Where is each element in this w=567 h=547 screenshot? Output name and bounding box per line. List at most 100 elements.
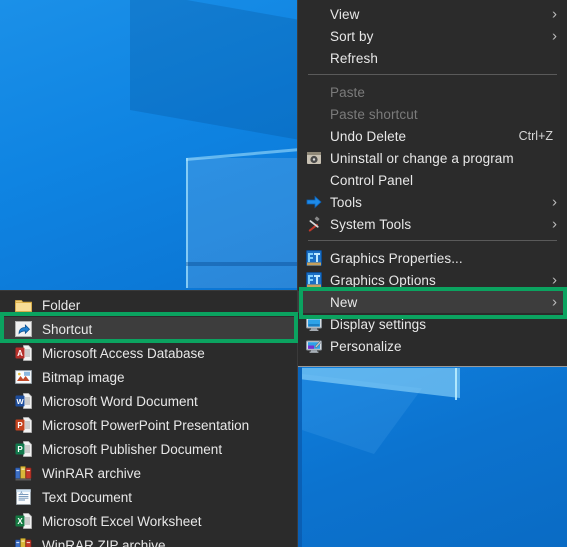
context-menu-item-control-panel[interactable]: Control Panel	[298, 169, 567, 191]
new-submenu-item-label: Microsoft Excel Worksheet	[42, 513, 202, 529]
context-menu-item-tools[interactable]: Tools ›	[298, 191, 567, 213]
svg-text:P: P	[17, 445, 23, 454]
context-menu-item-refresh[interactable]: Refresh	[298, 47, 567, 69]
new-submenu-item-microsoft-publisher-document[interactable]: P Microsoft Publisher Document	[0, 437, 297, 461]
monitor-icon	[304, 316, 324, 332]
svg-text:A: A	[17, 349, 23, 358]
menu-item-label: Graphics Properties...	[330, 250, 463, 266]
shortcut-icon	[14, 320, 32, 338]
context-menu-item-uninstall-or-change-a-program[interactable]: Uninstall or change a program	[298, 147, 567, 169]
no-icon	[304, 294, 324, 310]
powerpoint-icon: P	[14, 416, 32, 434]
menu-item-label: Sort by	[330, 28, 374, 44]
context-menu-item-system-tools[interactable]: System Tools ›	[298, 213, 567, 235]
new-submenu-item-bitmap-image[interactable]: Bitmap image	[0, 365, 297, 389]
context-menu-item-graphics-options[interactable]: Graphics Options ›	[298, 269, 567, 291]
chevron-right-icon: ›	[552, 293, 557, 311]
wallpaper-pane-edge	[186, 158, 188, 288]
menu-item-label: Paste	[330, 84, 366, 100]
new-submenu-item-microsoft-powerpoint-presentation[interactable]: P Microsoft PowerPoint Presentation	[0, 413, 297, 437]
chevron-right-icon: ›	[552, 27, 557, 45]
context-menu-item-graphics-properties[interactable]: Graphics Properties...	[298, 247, 567, 269]
menu-item-label: System Tools	[330, 216, 412, 232]
context-menu-item-paste-shortcut: Paste shortcut	[298, 103, 567, 125]
new-submenu-item-label: Text Document	[42, 489, 133, 505]
intel-graphics-icon	[304, 250, 324, 266]
menu-item-label: Refresh	[330, 50, 378, 66]
new-submenu-item-winrar-zip-archive[interactable]: WinRAR ZIP archive	[0, 533, 297, 547]
bitmap-icon	[14, 368, 32, 386]
no-icon	[304, 6, 324, 22]
new-submenu-item-microsoft-excel-worksheet[interactable]: X Microsoft Excel Worksheet	[0, 509, 297, 533]
menu-item-label: Control Panel	[330, 172, 414, 188]
no-icon	[304, 128, 324, 144]
menu-item-label: Paste shortcut	[330, 106, 418, 122]
blue-arrow-icon	[304, 194, 324, 210]
new-submenu-item-label: Microsoft PowerPoint Presentation	[42, 417, 250, 433]
svg-text:X: X	[17, 517, 23, 526]
context-menu-item-undo-delete[interactable]: Undo Delete Ctrl+Z	[298, 125, 567, 147]
screen: View › Sort by › Refresh Paste Paste shortcut U…	[0, 0, 567, 547]
menu-separator	[308, 240, 557, 241]
no-icon	[304, 28, 324, 44]
context-menu-item-display-settings[interactable]: Display settings	[298, 313, 567, 335]
chevron-right-icon: ›	[552, 193, 557, 211]
hammer-tools-icon	[304, 216, 324, 232]
new-submenu-item-label: Microsoft Publisher Document	[42, 441, 223, 457]
chevron-right-icon: ›	[552, 271, 557, 289]
menu-item-label: New	[330, 294, 358, 310]
menu-item-label: Graphics Options	[330, 272, 436, 288]
no-icon	[304, 172, 324, 188]
new-submenu-item-label: Folder	[42, 297, 81, 313]
no-icon	[304, 84, 324, 100]
wallpaper-left-shade	[298, 366, 302, 547]
desktop-context-menu[interactable]: View › Sort by › Refresh Paste Paste shortcut U…	[297, 0, 567, 367]
context-menu-item-view[interactable]: View ›	[298, 3, 567, 25]
chevron-right-icon: ›	[552, 5, 557, 23]
menu-item-label: Personalize	[330, 338, 402, 354]
word-icon: W	[14, 392, 32, 410]
excel-icon: X	[14, 512, 32, 530]
menu-item-label: Display settings	[330, 316, 427, 332]
folder-icon	[14, 296, 32, 314]
personalize-icon	[304, 338, 324, 354]
menu-item-label: Tools	[330, 194, 363, 210]
new-submenu-item-winrar-archive[interactable]: WinRAR archive	[0, 461, 297, 485]
winrar-icon	[14, 464, 32, 482]
new-submenu-item-label: Bitmap image	[42, 369, 125, 385]
context-menu-item-paste: Paste	[298, 81, 567, 103]
menu-item-label: View	[330, 6, 360, 22]
uninstall-icon	[304, 150, 324, 166]
no-icon	[304, 106, 324, 122]
menu-item-shortcut: Ctrl+Z	[518, 129, 553, 143]
new-submenu-item-microsoft-word-document[interactable]: W Microsoft Word Document	[0, 389, 297, 413]
menu-separator	[308, 74, 557, 75]
new-submenu-item-microsoft-access-database[interactable]: A Microsoft Access Database	[0, 341, 297, 365]
chevron-right-icon: ›	[552, 215, 557, 233]
new-submenu-item-label: Microsoft Word Document	[42, 393, 198, 409]
new-submenu-item-label: WinRAR archive	[42, 465, 142, 481]
intel-graphics-icon	[304, 272, 324, 288]
menu-item-label: Uninstall or change a program	[330, 150, 514, 166]
winrar-icon	[14, 536, 32, 547]
access-icon: A	[14, 344, 32, 362]
menu-item-label: Undo Delete	[330, 128, 407, 144]
no-icon	[304, 50, 324, 66]
new-submenu[interactable]: Folder Shortcut A Microsoft Access Database…	[0, 290, 298, 547]
new-submenu-item-text-document[interactable]: A Text Document	[0, 485, 297, 509]
new-submenu-item-folder[interactable]: Folder	[0, 293, 297, 317]
context-menu-item-personalize[interactable]: Personalize	[298, 335, 567, 357]
new-submenu-item-label: Shortcut	[42, 321, 93, 337]
context-menu-item-new[interactable]: New ›	[298, 291, 567, 313]
svg-text:P: P	[17, 421, 23, 430]
new-submenu-item-label: WinRAR ZIP archive	[42, 537, 166, 547]
notepad-icon: A	[14, 488, 32, 506]
svg-text:W: W	[16, 397, 24, 406]
wallpaper-beam-edge	[455, 368, 457, 400]
wallpaper-bottom-right	[298, 366, 567, 547]
context-menu-item-sort-by[interactable]: Sort by ›	[298, 25, 567, 47]
publisher-icon: P	[14, 440, 32, 458]
wallpaper-top-left	[0, 0, 330, 300]
new-submenu-item-label: Microsoft Access Database	[42, 345, 205, 361]
new-submenu-item-shortcut[interactable]: Shortcut	[0, 317, 297, 341]
